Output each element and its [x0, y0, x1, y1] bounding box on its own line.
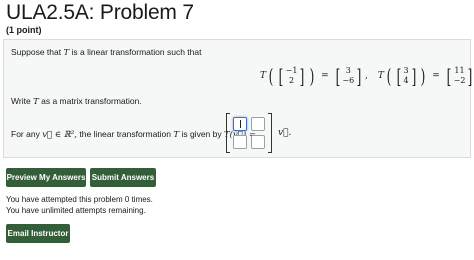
page-title: ULA2.5A: Problem 7 — [6, 1, 194, 24]
vec-in-space: v⃗ ∈ ℝ², — [42, 130, 77, 140]
eq-paren-close-1: ) — [309, 64, 315, 88]
eq-comma-1: , — [365, 71, 368, 81]
matrix-entry-1-1[interactable] — [233, 117, 247, 131]
eq-vector-1: [ −1 2 ] — [278, 64, 305, 88]
email-instructor-button[interactable]: Email Instructor — [6, 224, 70, 243]
submit-answers-button[interactable]: Submit Answers — [90, 168, 156, 187]
eq-paren-open-2: ( — [386, 64, 392, 88]
given-by-text2: is given by — [181, 129, 222, 139]
write-var: T — [33, 97, 39, 107]
v2-top: 3 — [403, 66, 409, 75]
intro-var: T — [63, 48, 70, 58]
matrix-entry-2-1[interactable] — [233, 135, 247, 149]
given-equations: T ( [ −1 2 ] ) = [ 3 −6 ] , T ( [ 34 ] ) =… — [260, 62, 474, 90]
given-var: T — [173, 130, 180, 140]
attempts-text: You have attempted this problem 0 times. — [6, 195, 153, 204]
intro-suffix: is a linear transformation such that — [71, 47, 202, 57]
r2-bottom: −2 — [453, 76, 466, 85]
eq-paren-open-1: ( — [268, 64, 274, 88]
points-label: (1 point) — [6, 25, 42, 35]
answer-matrix: v⃗. — [226, 113, 291, 153]
eq-result-1: [ 3 −6 ] — [335, 64, 362, 88]
write-instruction: Write T as a matrix transformation. — [11, 96, 142, 107]
eq-equals-2: = — [432, 71, 440, 81]
matrix-grid — [230, 115, 268, 151]
matrix-right-bracket — [268, 113, 272, 153]
after-matrix-vector: v⃗. — [278, 128, 292, 138]
eq-equals-1: = — [321, 71, 329, 81]
eq-t2: T — [377, 71, 384, 81]
answer-prompt: For any v⃗ ∈ ℝ², the linear transformati… — [11, 129, 256, 140]
intro-prefix: Suppose that — [11, 47, 62, 57]
eq-result-2: [ 11 −2 ] — [446, 64, 473, 88]
v2-bottom: 4 — [403, 76, 409, 85]
r1-top: 3 — [345, 66, 351, 75]
matrix-entry-2-2[interactable] — [251, 135, 265, 149]
matrix-entry-1-2[interactable] — [251, 117, 265, 131]
problem-intro: Suppose that T is a linear transformatio… — [11, 47, 201, 58]
r1-bottom: −6 — [342, 76, 355, 85]
write-suffix: as a matrix transformation. — [41, 96, 142, 106]
write-prefix: Write — [11, 96, 31, 106]
eq-vector-2: [ 34 ] — [396, 64, 416, 88]
eq-paren-close-2: ) — [421, 64, 426, 88]
v1-top: −1 — [285, 66, 298, 75]
preview-answers-button[interactable]: Preview My Answers — [6, 168, 86, 187]
given-by-text: the linear transformation — [79, 129, 172, 139]
eq-t1: T — [260, 71, 267, 81]
r2-top: 11 — [454, 66, 465, 75]
remaining-text: You have unlimited attempts remaining. — [6, 206, 146, 215]
v1-bottom: 2 — [288, 76, 295, 85]
for-any-text: For any — [11, 129, 40, 139]
